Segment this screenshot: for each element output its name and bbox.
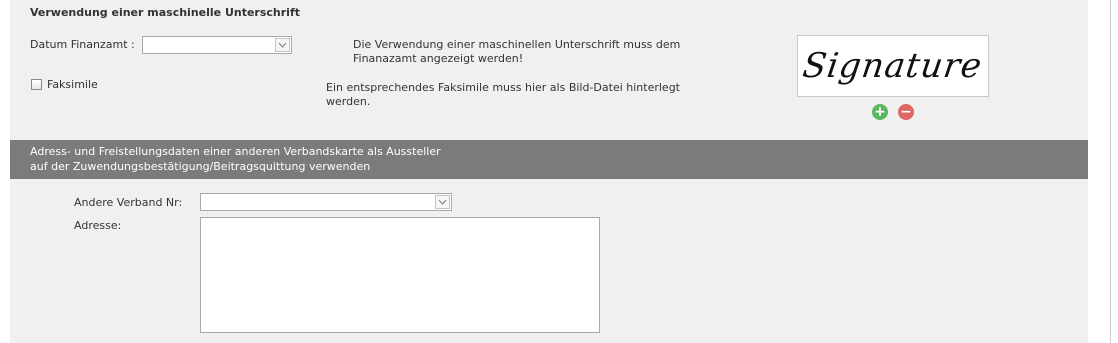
info-line-1: Die Verwendung einer maschinellen Unters… xyxy=(353,38,681,51)
adresse-label: Adresse: xyxy=(74,219,122,232)
faksimile-checkbox[interactable] xyxy=(31,79,42,90)
info-line-3: Ein entsprechendes Faksimile muss hier a… xyxy=(326,81,680,94)
right-scroll-edge xyxy=(1110,0,1118,343)
section-title: Verwendung einer maschinelle Unterschrif… xyxy=(30,6,300,19)
faksimile-label: Faksimile xyxy=(47,78,98,91)
datum-finanzamt-select[interactable] xyxy=(142,36,292,54)
chevron-down-icon[interactable] xyxy=(275,38,290,52)
plus-circle-icon: + xyxy=(874,104,886,120)
minus-circle-icon: − xyxy=(900,104,912,120)
info-line-2: Finanazamt angezeigt werden! xyxy=(353,52,524,65)
andere-verband-select[interactable] xyxy=(200,193,452,211)
adresse-textarea[interactable] xyxy=(200,217,600,333)
right-gap xyxy=(1088,0,1110,343)
banner-line-2: auf der Zuwendungsbestätigung/Beitragsqu… xyxy=(30,160,371,173)
andere-verband-label: Andere Verband Nr: xyxy=(74,196,183,209)
chevron-down-icon[interactable] xyxy=(435,195,450,209)
banner-line-1: Adress- und Freistellungsdaten einer and… xyxy=(30,145,441,158)
info-line-4: werden. xyxy=(326,95,371,108)
signature-image-text: Signature xyxy=(800,46,986,86)
datum-finanzamt-label: Datum Finanzamt : xyxy=(30,38,135,51)
remove-signature-button[interactable]: − xyxy=(898,104,914,120)
signature-image: Signature xyxy=(797,35,989,97)
add-signature-button[interactable]: + xyxy=(872,104,888,120)
section-banner: Adress- und Freistellungsdaten einer and… xyxy=(10,140,1088,179)
